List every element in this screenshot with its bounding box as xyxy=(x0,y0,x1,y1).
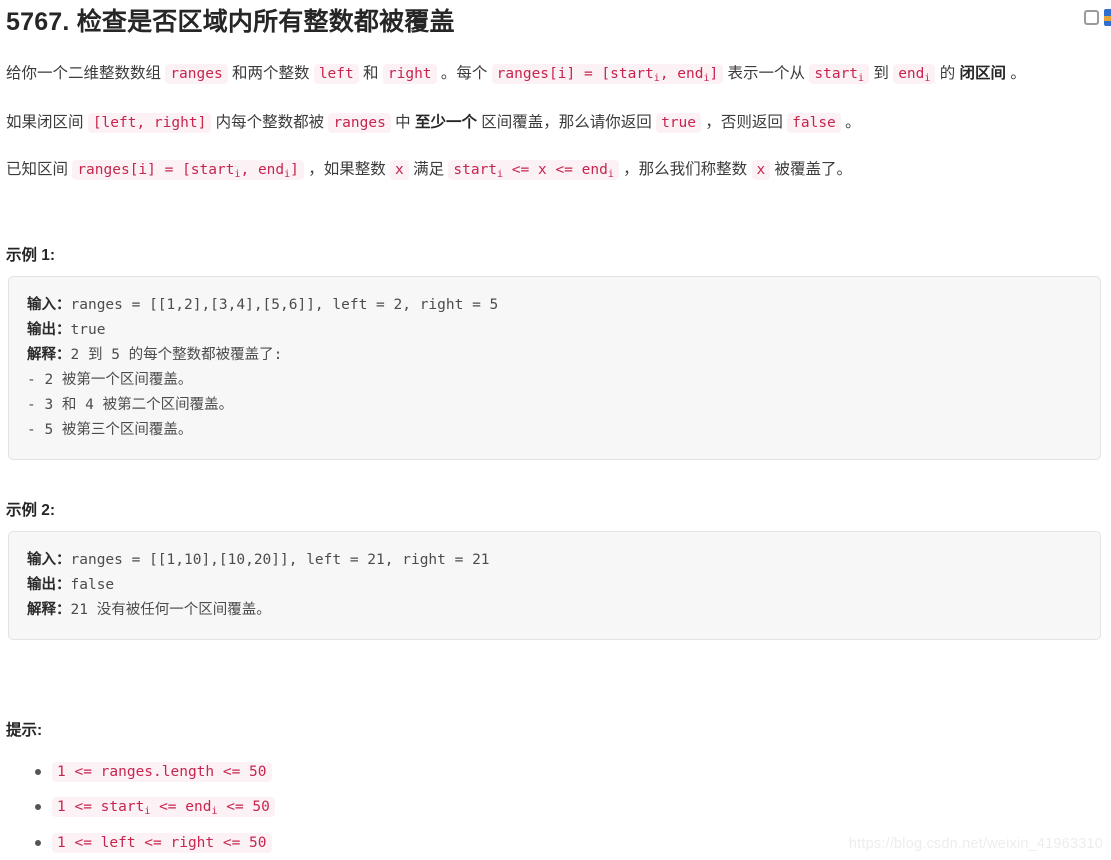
bookmark-checkbox-icon[interactable] xyxy=(1084,10,1099,25)
code-true: true xyxy=(656,113,702,133)
code-x: x xyxy=(390,160,409,180)
explain-value: 21 没有被任何一个区间覆盖。 xyxy=(70,602,271,618)
input-label: 输入： xyxy=(27,552,71,568)
output-label: 输出： xyxy=(27,322,71,338)
text-fragment: 满足 xyxy=(408,161,449,178)
code-coverage-condition: starti <= x <= endi xyxy=(448,160,619,180)
text-fragment: ，那么我们称整数 xyxy=(618,161,752,178)
text-fragment: 到 xyxy=(869,65,894,82)
text-fragment: 的 xyxy=(935,65,960,82)
text-fragment: 和两个整数 xyxy=(227,65,314,82)
text-fragment: 内每个整数都被 xyxy=(211,114,329,131)
code-x: x xyxy=(751,160,771,180)
output-value: false xyxy=(70,577,115,593)
list-item: 1 <= starti <= endi <= 50 xyxy=(35,792,1111,823)
text-fragment: 。 xyxy=(840,114,861,131)
text-fragment: 如果闭区间 xyxy=(6,114,88,131)
input-value: ranges = [[1,10],[10,20]], left = 21, ri… xyxy=(70,552,490,568)
title-actions xyxy=(1084,9,1111,26)
constraint-start-end: 1 <= starti <= endi <= 50 xyxy=(52,797,275,817)
text-fragment: ，如果整数 xyxy=(303,161,391,178)
example-2-heading: 示例 2: xyxy=(6,502,56,519)
code-ranges-i-definition: ranges[i] = [starti, endi] xyxy=(72,160,304,180)
text-fragment: 中 xyxy=(390,114,415,131)
text-fragment: 表示一个从 xyxy=(723,65,810,82)
explain-line: - 2 被第一个区间覆盖。 xyxy=(27,372,193,388)
explain-line: - 3 和 4 被第二个区间覆盖。 xyxy=(27,397,234,413)
hints-heading: 提示: xyxy=(6,722,43,739)
code-left-right-interval: [left, right] xyxy=(87,113,212,133)
code-false: false xyxy=(787,113,841,133)
example-1-heading: 示例 1: xyxy=(6,247,56,264)
emphasis-at-least-one: 至少一个 xyxy=(414,114,477,131)
page-title: 5767. 检查是否区域内所有整数都被覆盖 xyxy=(6,8,455,36)
code-start-i: starti xyxy=(809,64,870,84)
output-label: 输出： xyxy=(27,577,71,593)
code-ranges-i-definition: ranges[i] = [starti, endi] xyxy=(491,64,724,84)
text-fragment: 给你一个二维整数数组 xyxy=(6,65,166,82)
input-value: ranges = [[1,2],[3,4],[5,6]], left = 2, … xyxy=(70,297,499,313)
text-fragment: 区间覆盖，那么请你返回 xyxy=(476,114,657,131)
text-fragment: 被覆盖了。 xyxy=(770,161,853,178)
text-fragment: 和 xyxy=(358,65,383,82)
description-paragraph-1: 给你一个二维整数数组 ranges 和两个整数 left 和 right 。每个… xyxy=(0,59,1111,91)
input-label: 输入： xyxy=(27,297,71,313)
code-right: right xyxy=(382,64,437,84)
watermark: https://blog.csdn.net/weixin_41963310 xyxy=(848,836,1103,852)
problem-page: 5767. 检查是否区域内所有整数都被覆盖 给你一个二维整数数组 ranges … xyxy=(0,0,1111,860)
explain-value: 2 到 5 的每个整数都被覆盖了: xyxy=(70,347,283,363)
text-fragment: ，否则返回 xyxy=(701,114,788,131)
example-1-block: 输入：ranges = [[1,2],[3,4],[5,6]], left = … xyxy=(8,276,1101,460)
text-fragment: 。 xyxy=(1006,65,1026,82)
output-value: true xyxy=(70,322,106,338)
list-item: 1 <= ranges.length <= 50 xyxy=(35,757,1111,787)
explain-label: 解释： xyxy=(27,347,71,363)
code-left: left xyxy=(313,64,359,84)
emphasis-closed-interval: 闭区间 xyxy=(959,65,1007,82)
text-fragment: 已知区间 xyxy=(6,161,73,178)
title-row: 5767. 检查是否区域内所有整数都被覆盖 xyxy=(0,0,1111,42)
code-ranges: ranges xyxy=(165,64,228,84)
description-paragraph-3: 已知区间 ranges[i] = [starti, endi] ，如果整数 x … xyxy=(0,155,1111,187)
constraint-left-right: 1 <= left <= right <= 50 xyxy=(52,833,272,853)
code-end-i: endi xyxy=(893,64,936,84)
example-2-block: 输入：ranges = [[1,10],[10,20]], left = 21,… xyxy=(8,531,1101,640)
description-paragraph-2: 如果闭区间 [left, right] 内每个整数都被 ranges 中 至少一… xyxy=(0,108,1111,138)
browser-edge-icon[interactable] xyxy=(1104,9,1111,26)
explain-line: - 5 被第三个区间覆盖。 xyxy=(27,422,193,438)
explain-label: 解释： xyxy=(27,602,71,618)
text-fragment: 。每个 xyxy=(436,65,492,82)
constraint-ranges-length: 1 <= ranges.length <= 50 xyxy=(52,762,272,782)
code-ranges: ranges xyxy=(328,113,391,133)
